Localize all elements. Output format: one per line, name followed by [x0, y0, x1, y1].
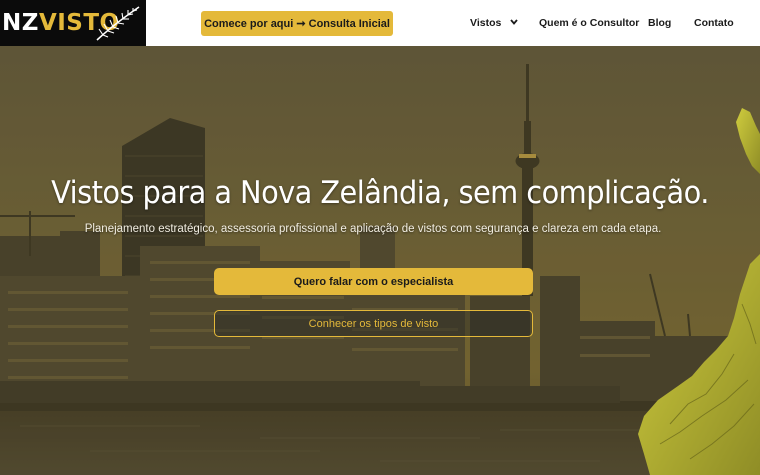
logo[interactable]: NZ VISTO	[0, 0, 146, 46]
talk-to-specialist-button[interactable]: Quero falar com o especialista	[214, 268, 533, 295]
nav-item-label: Quem é o Consultor	[539, 17, 640, 29]
silver-fern-icon	[96, 6, 140, 41]
hero-subtitle: Planejamento estratégico, assessoria pro…	[84, 223, 662, 235]
logo-text-nz: NZ	[2, 10, 39, 36]
nav-item-label: Vistos	[470, 17, 502, 29]
new-zealand-map-icon	[638, 108, 760, 475]
nav-item-label: Blog	[648, 17, 672, 29]
nav-item-consultor[interactable]: Quem é o Consultor	[539, 17, 639, 29]
hero-section: Vistos para a Nova Zelândia, sem complic…	[0, 46, 760, 475]
chevron-down-icon	[510, 19, 518, 25]
nav-item-label: Contato	[694, 17, 734, 29]
nav-item-contato[interactable]: Contato	[694, 17, 734, 29]
nav-item-blog[interactable]: Blog	[648, 17, 671, 29]
visa-types-button[interactable]: Conhecer os tipos de visto	[214, 310, 533, 337]
initial-consultation-button[interactable]: Comece por aqui ➞ Consulta Inicial	[201, 11, 393, 36]
hero-title: Vistos para a Nova Zelândia, sem complic…	[51, 175, 709, 211]
site-header: NZ VISTO Comece por aqui ➞ Consulta Inici…	[0, 0, 760, 46]
nav-item-vistos[interactable]: Vistos	[470, 17, 518, 29]
